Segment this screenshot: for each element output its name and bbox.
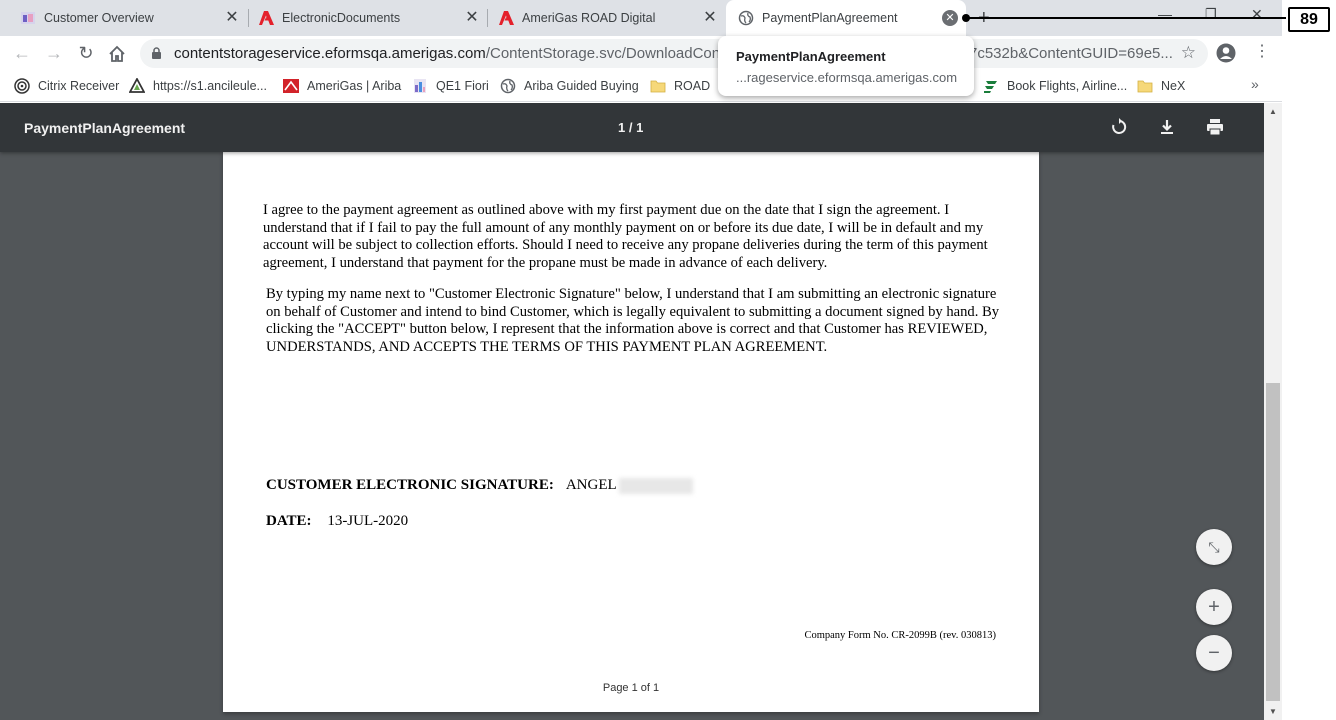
globe-icon bbox=[738, 10, 754, 26]
bookmark-label: Citrix Receiver bbox=[38, 79, 120, 93]
pdf-title: PaymentPlanAgreement bbox=[24, 120, 186, 136]
citrix-icon bbox=[14, 78, 30, 94]
tab-amerigas-road-digital[interactable]: AmeriGas ROAD Digital ✕ bbox=[478, 0, 726, 36]
tab-title: AmeriGas ROAD Digital bbox=[522, 11, 656, 25]
close-window-icon[interactable]: ✕ bbox=[1251, 6, 1263, 23]
date-value: 13-JUL-2020 bbox=[327, 513, 409, 529]
url-tail: 7c532b&ContentGUID=69e5... bbox=[969, 45, 1173, 62]
more-bookmarks-icon[interactable]: » bbox=[1251, 76, 1259, 92]
menu-kebab-icon[interactable]: ⋮ bbox=[1254, 42, 1270, 62]
address-bar[interactable]: contentstorageservice.eformsqa.amerigas.… bbox=[140, 39, 1208, 68]
download-icon[interactable] bbox=[1157, 117, 1177, 137]
adobe-icon bbox=[259, 11, 274, 25]
form-number: Company Form No. CR-2099B (rev. 030813) bbox=[804, 630, 996, 641]
date-line: DATE: 13-JUL-2020 bbox=[266, 513, 408, 530]
profile-icon[interactable] bbox=[1216, 43, 1236, 63]
url-text: contentstorageservice.eformsqa.amerigas.… bbox=[174, 45, 763, 62]
ancile-icon bbox=[129, 78, 145, 93]
bookmark-nex-folder[interactable]: NeX bbox=[1137, 76, 1185, 96]
scrollbar-thumb[interactable] bbox=[1266, 383, 1280, 701]
close-tab-icon[interactable]: ✕ bbox=[702, 10, 718, 26]
bookmarks-bar: Citrix Receiver https://s1.ancileule... … bbox=[0, 70, 1282, 102]
pdf-page: I agree to the payment agreement as outl… bbox=[223, 152, 1039, 712]
rotate-icon[interactable] bbox=[1109, 117, 1129, 137]
bookmark-label: NeX bbox=[1161, 79, 1186, 93]
bookmark-qe1-fiori[interactable]: QE1 Fiori bbox=[412, 76, 489, 96]
close-tab-icon[interactable]: ✕ bbox=[942, 10, 958, 26]
bookmark-label: Book Flights, Airline... bbox=[1007, 79, 1128, 93]
folder-icon bbox=[650, 80, 666, 93]
reload-icon[interactable]: ↻ bbox=[76, 43, 96, 63]
bookmark-star-icon[interactable]: ☆ bbox=[1181, 43, 1196, 63]
signature-terms-paragraph: By typing my name next to "Customer Elec… bbox=[266, 286, 1000, 356]
bookmark-label: QE1 Fiori bbox=[436, 79, 489, 93]
hover-card-url: ...rageservice.eformsqa.amerigas.com bbox=[736, 70, 958, 85]
annotation-label: 89 bbox=[1288, 7, 1330, 32]
bookmark-citrix-receiver[interactable]: Citrix Receiver bbox=[14, 76, 119, 96]
fit-to-page-icon[interactable]: ⤡ bbox=[1196, 529, 1232, 565]
adobe-icon bbox=[499, 11, 514, 25]
hover-card-title: PaymentPlanAgreement bbox=[736, 49, 886, 64]
page-indicator: 1 / 1 bbox=[618, 120, 644, 135]
scroll-up-icon[interactable]: ▲ bbox=[1264, 107, 1282, 116]
url-host: contentstorageservice.eformsqa.amerigas.… bbox=[174, 45, 486, 62]
globe-icon bbox=[500, 78, 516, 94]
tab-title: PaymentPlanAgreement bbox=[762, 11, 898, 25]
scroll-down-icon[interactable]: ▼ bbox=[1264, 707, 1282, 716]
pdf-viewer: PaymentPlanAgreement 1 / 1 I agree to th… bbox=[0, 103, 1264, 720]
tab-electronic-documents[interactable]: ElectronicDocuments ✕ bbox=[238, 0, 488, 36]
bookmark-ancile[interactable]: https://s1.ancileule... bbox=[129, 76, 267, 96]
bookmark-road-folder[interactable]: ROAD bbox=[650, 76, 710, 96]
bookmark-book-flights[interactable]: Book Flights, Airline... bbox=[983, 76, 1127, 96]
tab-title: ElectronicDocuments bbox=[282, 11, 401, 25]
signature-label: CUSTOMER ELECTRONIC SIGNATURE: bbox=[266, 477, 554, 493]
bookmark-label: Ariba Guided Buying bbox=[524, 79, 639, 93]
redacted-name bbox=[618, 477, 693, 494]
browser-window: Customer Overview ✕ ElectronicDocuments … bbox=[0, 0, 1282, 720]
bookmark-label: https://s1.ancileule... bbox=[153, 79, 267, 93]
pdf-toolbar: PaymentPlanAgreement 1 / 1 bbox=[0, 103, 1264, 152]
bookmark-ariba-guided-buying[interactable]: Ariba Guided Buying bbox=[500, 76, 639, 96]
tab-customer-overview[interactable]: Customer Overview ✕ bbox=[0, 0, 248, 36]
print-icon[interactable] bbox=[1205, 117, 1225, 137]
zoom-out-icon[interactable]: − bbox=[1196, 635, 1232, 671]
fiori-icon bbox=[414, 79, 426, 93]
zoom-in-icon[interactable]: + bbox=[1196, 589, 1232, 625]
home-icon[interactable] bbox=[108, 45, 126, 63]
date-label: DATE: bbox=[266, 513, 312, 529]
agreement-paragraph: I agree to the payment agreement as outl… bbox=[263, 202, 988, 272]
folder-icon bbox=[1137, 80, 1153, 93]
tab-title: Customer Overview bbox=[44, 11, 154, 25]
signature-value: ANGEL bbox=[565, 477, 617, 493]
page-footer: Page 1 of 1 bbox=[602, 682, 660, 694]
amerigas-icon bbox=[283, 79, 299, 93]
signature-line: CUSTOMER ELECTRONIC SIGNATURE: ANGEL bbox=[266, 477, 693, 494]
bookmark-label: ROAD bbox=[674, 79, 711, 93]
vertical-scrollbar[interactable]: ▲ ▼ bbox=[1264, 103, 1282, 720]
flight-icon bbox=[984, 81, 997, 93]
callout-line bbox=[966, 17, 1286, 19]
back-icon[interactable]: ← bbox=[12, 43, 32, 63]
lock-icon bbox=[152, 47, 161, 59]
crm-icon bbox=[21, 12, 35, 24]
tab-hover-card: PaymentPlanAgreement ...rageservice.efor… bbox=[718, 36, 974, 96]
browser-toolbar: ← → ↻ contentstorageservice.eformsqa.ame… bbox=[0, 36, 1282, 70]
tab-payment-plan-agreement[interactable]: PaymentPlanAgreement ✕ bbox=[726, 0, 966, 36]
bookmark-amerigas-ariba[interactable]: AmeriGas | Ariba bbox=[283, 76, 401, 96]
forward-icon[interactable]: → bbox=[44, 43, 64, 63]
minimize-icon[interactable]: — bbox=[1158, 6, 1172, 22]
bookmark-label: AmeriGas | Ariba bbox=[307, 79, 402, 93]
restore-icon[interactable]: ❐ bbox=[1205, 6, 1217, 22]
